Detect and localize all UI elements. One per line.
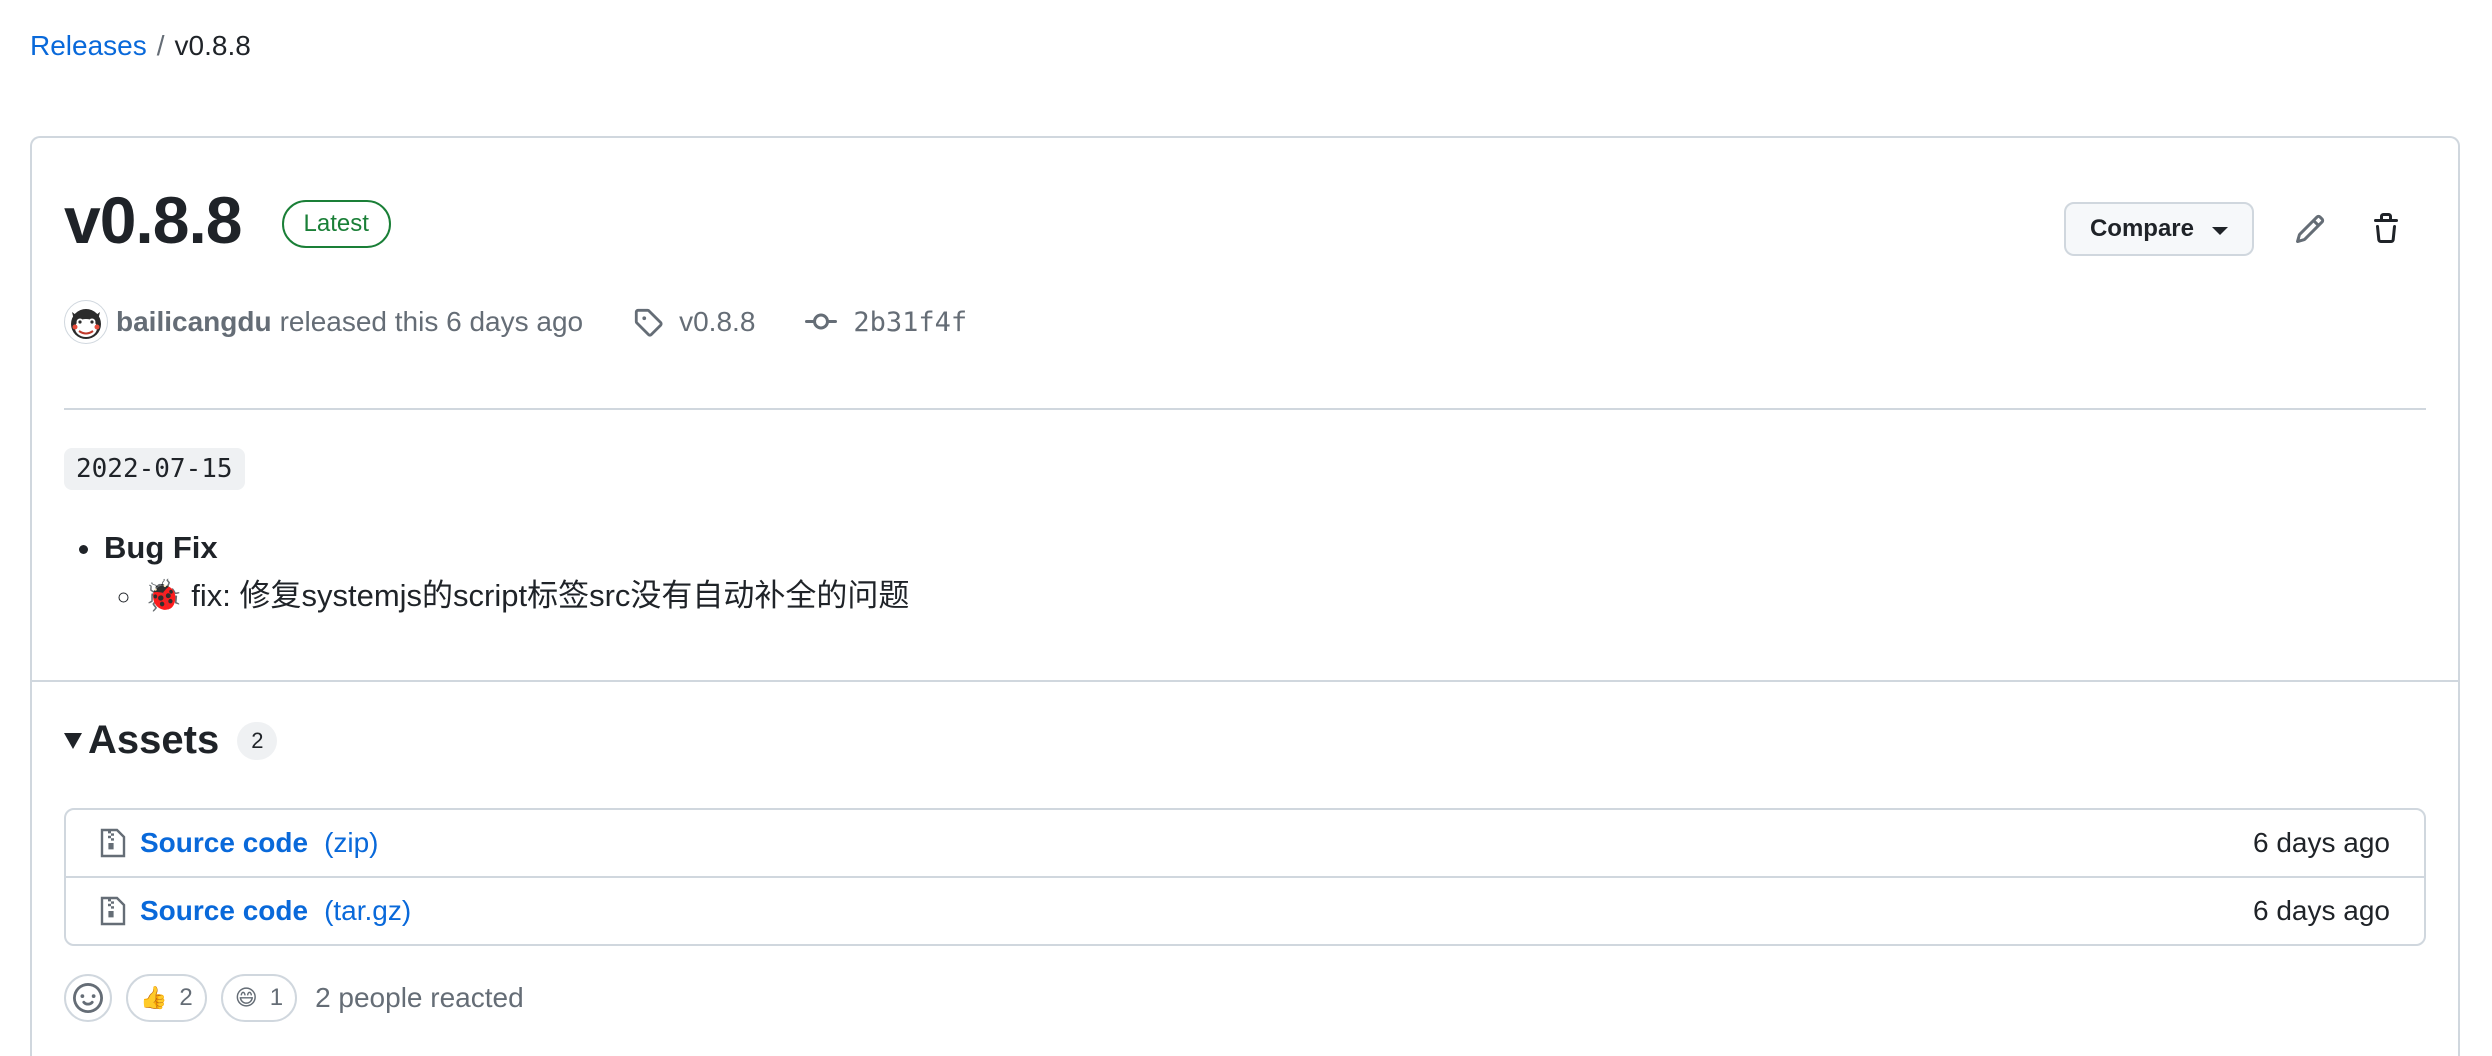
reaction-count: 2: [179, 984, 193, 1011]
asset-name: Source code: [140, 827, 309, 858]
smiley-icon: [73, 983, 103, 1013]
file-zip-icon: [100, 896, 126, 926]
assets-header[interactable]: Assets 2: [64, 718, 278, 763]
trash-icon: [2374, 213, 2398, 243]
breadcrumb-releases-link[interactable]: Releases: [30, 30, 147, 62]
release-date: 2022-07-15: [64, 448, 245, 490]
latest-badge: Latest: [281, 200, 391, 248]
assets-divider: [32, 680, 2458, 682]
asset-link[interactable]: Source code (tar.gz): [100, 895, 411, 927]
asset-date: 6 days ago: [2253, 827, 2390, 858]
release-title-row: v0.8.8 Latest: [64, 182, 391, 258]
file-zip-icon: [100, 828, 126, 858]
edit-button[interactable]: [2290, 209, 2330, 249]
ladybug-icon: 🐞: [144, 578, 183, 613]
reactions-summary: 2 people reacted: [315, 982, 524, 1013]
breadcrumb: Releases / v0.8.8: [30, 30, 251, 62]
avatar[interactable]: [64, 300, 108, 344]
notes-item: 🐞 fix: 修复systemjs的script标签src没有自动补全的问题: [144, 572, 909, 620]
reaction-laugh[interactable]: 😄 1: [220, 974, 298, 1022]
asset-row: Source code (zip) 6 days ago: [66, 810, 2424, 876]
release-title[interactable]: v0.8.8: [64, 182, 242, 258]
release-actions: Compare: [2063, 202, 2406, 256]
asset-ext: (tar.gz): [324, 895, 412, 926]
thumbs-up-icon: 👍: [140, 985, 168, 1010]
assets-title: Assets: [88, 718, 220, 762]
release-meta: bailicangdu released this 6 days ago v0.…: [64, 300, 967, 344]
git-commit-icon: [805, 313, 838, 330]
author-link[interactable]: bailicangdu: [116, 306, 272, 338]
chevron-down-icon: [2212, 227, 2228, 235]
compare-button[interactable]: Compare: [2063, 202, 2254, 256]
reaction-thumbs-up[interactable]: 👍 2: [126, 974, 207, 1022]
assets-list: Source code (zip) 6 days ago Source code…: [64, 808, 2426, 946]
author-avatar-icon: [71, 309, 101, 339]
tag-label: v0.8.8: [679, 306, 756, 337]
asset-row: Source code (tar.gz) 6 days ago: [66, 876, 2424, 944]
release-card: v0.8.8 Latest Compare bailicangdu releas…: [30, 136, 2460, 1056]
assets-count-badge: 2: [237, 721, 278, 760]
notes-item-text: fix: 修复systemjs的script标签src没有自动补全的问题: [191, 578, 910, 613]
released-text: released this 6 days ago: [279, 306, 584, 337]
commit-link[interactable]: 2b31f4f: [805, 306, 967, 338]
laugh-icon: 😄: [234, 985, 258, 1010]
reaction-count: 1: [269, 984, 284, 1011]
compare-label: Compare: [2089, 215, 2194, 242]
asset-ext: (zip): [324, 827, 379, 858]
pencil-icon: [2295, 214, 2325, 244]
commit-sha: 2b31f4f: [853, 306, 968, 338]
release-page: Releases / v0.8.8 v0.8.8 Latest Compare: [0, 0, 2492, 1056]
reactions-bar: 👍 2 😄 1 2 people reacted: [64, 974, 524, 1022]
breadcrumb-separator: /: [156, 30, 165, 61]
asset-link[interactable]: Source code (zip): [100, 827, 379, 859]
expand-triangle-icon[interactable]: [64, 732, 82, 749]
add-reaction-button[interactable]: [64, 974, 112, 1022]
asset-date: 6 days ago: [2253, 895, 2390, 926]
asset-name: Source code: [140, 895, 309, 926]
breadcrumb-current: v0.8.8: [174, 30, 251, 61]
tag-icon: [634, 308, 663, 337]
release-notes: Bug Fix 🐞 fix: 修复systemjs的script标签src没有自…: [64, 524, 909, 620]
header-divider: [64, 408, 2426, 410]
tag-link[interactable]: v0.8.8: [633, 306, 755, 338]
notes-heading: Bug Fix: [104, 530, 218, 565]
delete-button[interactable]: [2366, 209, 2406, 249]
